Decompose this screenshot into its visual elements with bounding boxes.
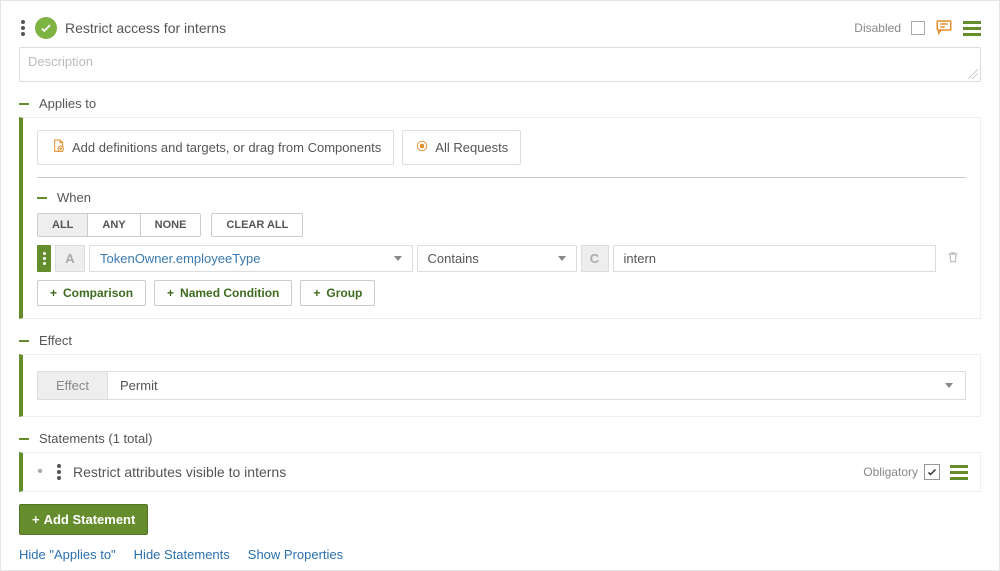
effect-section-label: Effect bbox=[39, 333, 72, 348]
header-row: Restrict access for interns Disabled bbox=[19, 17, 981, 39]
attribute-chip: A bbox=[55, 245, 85, 272]
match-mode-row: ALL ANY NONE CLEAR ALL bbox=[37, 213, 966, 237]
add-named-condition-button[interactable]: Named Condition bbox=[154, 280, 292, 306]
clear-all-button[interactable]: CLEAR ALL bbox=[211, 213, 303, 237]
description-box bbox=[19, 47, 981, 82]
add-group-button[interactable]: Group bbox=[300, 280, 375, 306]
disabled-label: Disabled bbox=[854, 21, 901, 35]
mode-any-button[interactable]: ANY bbox=[88, 214, 140, 236]
condition-row: A TokenOwner.employeeType Contains C bbox=[37, 245, 966, 272]
operator-value: Contains bbox=[428, 251, 479, 266]
add-comparison-button[interactable]: Comparison bbox=[37, 280, 146, 306]
add-definitions-button[interactable]: Add definitions and targets, or drag fro… bbox=[37, 130, 394, 165]
header-right: Disabled bbox=[854, 18, 981, 39]
effect-row: Effect Permit bbox=[37, 371, 966, 400]
resize-grip-icon[interactable] bbox=[968, 69, 978, 79]
add-statement-button[interactable]: + Add Statement bbox=[19, 504, 148, 535]
hide-applies-link[interactable]: Hide "Applies to" bbox=[19, 547, 116, 562]
all-requests-label: All Requests bbox=[435, 140, 508, 155]
trash-icon bbox=[946, 252, 960, 267]
all-requests-button[interactable]: All Requests bbox=[402, 130, 521, 165]
check-circle-icon bbox=[35, 17, 57, 39]
when-label: When bbox=[57, 190, 91, 205]
applies-to-label: Applies to bbox=[39, 96, 96, 111]
attribute-select[interactable]: TokenOwner.employeeType bbox=[89, 245, 413, 272]
plus-icon: + bbox=[32, 512, 40, 527]
add-condition-buttons: Comparison Named Condition Group bbox=[37, 280, 966, 306]
add-definitions-label: Add definitions and targets, or drag fro… bbox=[72, 140, 381, 155]
effect-field-label: Effect bbox=[37, 371, 108, 400]
mode-none-button[interactable]: NONE bbox=[141, 214, 201, 236]
operator-select[interactable]: Contains bbox=[417, 245, 577, 272]
document-add-icon bbox=[50, 138, 66, 157]
value-input[interactable] bbox=[624, 251, 926, 266]
description-textarea[interactable] bbox=[20, 48, 980, 78]
statement-row: • Restrict attributes visible to interns… bbox=[19, 452, 981, 492]
obligatory-wrap: Obligatory bbox=[863, 464, 940, 480]
applies-to-buttons: Add definitions and targets, or drag fro… bbox=[37, 130, 966, 165]
caret-down-icon bbox=[394, 256, 402, 261]
hide-statements-link[interactable]: Hide Statements bbox=[134, 547, 230, 562]
condition-drag-handle[interactable] bbox=[37, 245, 51, 272]
target-icon bbox=[415, 139, 429, 156]
drag-handle-icon[interactable] bbox=[19, 20, 27, 36]
statements-header[interactable]: Statements (1 total) bbox=[19, 431, 981, 446]
collapse-icon bbox=[37, 197, 47, 199]
effect-block: Effect Permit bbox=[19, 354, 981, 417]
attribute-value: TokenOwner.employeeType bbox=[100, 251, 260, 266]
mode-all-button[interactable]: ALL bbox=[38, 214, 88, 236]
hamburger-menu-icon[interactable] bbox=[950, 465, 968, 480]
divider bbox=[37, 177, 966, 178]
effect-select[interactable]: Permit bbox=[108, 371, 966, 400]
collapse-icon bbox=[19, 103, 29, 105]
add-statement-label: Add Statement bbox=[44, 512, 136, 527]
footer-links: Hide "Applies to" Hide Statements Show P… bbox=[19, 535, 981, 562]
caret-down-icon bbox=[945, 383, 953, 388]
applies-to-block: Add definitions and targets, or drag fro… bbox=[19, 117, 981, 319]
constant-chip: C bbox=[581, 245, 609, 272]
applies-to-header[interactable]: Applies to bbox=[19, 96, 981, 111]
value-input-wrap bbox=[613, 245, 937, 272]
match-mode-group: ALL ANY NONE bbox=[37, 213, 201, 237]
show-properties-link[interactable]: Show Properties bbox=[248, 547, 343, 562]
effect-header[interactable]: Effect bbox=[19, 333, 981, 348]
statements-label: Statements (1 total) bbox=[39, 431, 152, 446]
collapse-icon bbox=[19, 438, 29, 440]
obligatory-label: Obligatory bbox=[863, 465, 918, 479]
policy-title[interactable]: Restrict access for interns bbox=[65, 20, 846, 36]
effect-value: Permit bbox=[120, 378, 158, 393]
comment-icon[interactable] bbox=[935, 18, 953, 39]
delete-condition-button[interactable] bbox=[940, 250, 966, 267]
policy-editor-panel: Restrict access for interns Disabled App… bbox=[0, 0, 1000, 571]
hamburger-menu-icon[interactable] bbox=[963, 21, 981, 36]
caret-down-icon bbox=[558, 256, 566, 261]
obligatory-checkbox[interactable] bbox=[924, 464, 940, 480]
when-header[interactable]: When bbox=[37, 190, 966, 205]
statement-title[interactable]: Restrict attributes visible to interns bbox=[73, 464, 853, 480]
drag-handle-icon[interactable] bbox=[55, 464, 63, 480]
bullet-icon: • bbox=[35, 463, 45, 481]
disabled-checkbox[interactable] bbox=[911, 21, 925, 35]
collapse-icon bbox=[19, 340, 29, 342]
